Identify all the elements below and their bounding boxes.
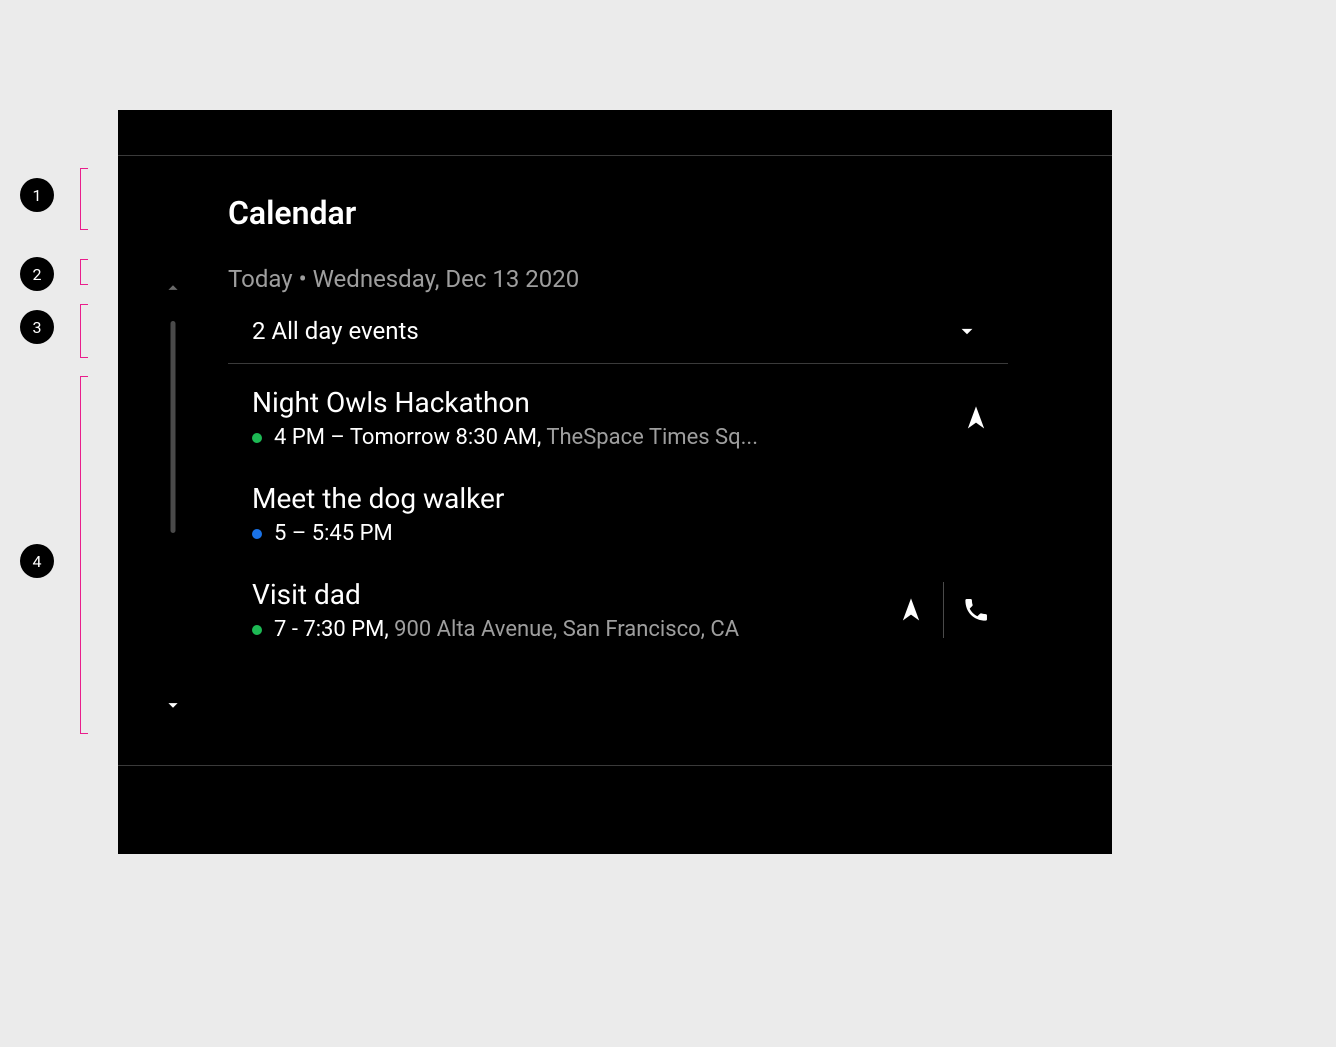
chevron-down-icon — [954, 318, 980, 344]
annotation-marker-2: 2 — [20, 257, 54, 291]
annotation-marker-4: 4 — [20, 544, 54, 578]
annotation-marker-1: 1 — [20, 178, 54, 212]
bottom-bar — [118, 766, 1112, 854]
calendar-color-dot — [252, 433, 262, 443]
event-actions — [944, 390, 1008, 446]
navigation-icon — [897, 596, 925, 624]
navigate-button[interactable] — [879, 582, 943, 638]
scroll-down-button[interactable] — [162, 694, 184, 716]
event-location: 900 Alta Avenue, San Francisco, CA — [394, 617, 739, 642]
status-bar — [118, 110, 1112, 156]
page-title: Calendar — [228, 194, 1008, 232]
event-title: Night Owls Hackathon — [252, 386, 944, 419]
event-actions — [879, 582, 1008, 638]
calendar-color-dot — [252, 529, 262, 539]
annotation-marker-3: 3 — [20, 310, 54, 344]
navigation-icon — [962, 404, 990, 432]
allday-label: 2 All day events — [252, 317, 419, 345]
event-subtitle: 5 – 5:45 PM — [252, 521, 1008, 546]
event-time: 5 – 5:45 PM — [274, 521, 393, 546]
phone-icon — [962, 596, 990, 624]
scroll-up-button[interactable] — [162, 277, 184, 299]
chevron-down-icon — [162, 694, 184, 716]
event-title: Visit dad — [252, 578, 879, 611]
event-content: Visit dad 7 - 7:30 PM, 900 Alta Avenue, … — [252, 578, 879, 642]
scroll-gutter — [118, 156, 228, 765]
content-area: Calendar Today • Wednesday, Dec 13 2020 … — [118, 156, 1112, 766]
chevron-up-icon — [162, 277, 184, 299]
event-content: Meet the dog walker 5 – 5:45 PM — [252, 482, 1008, 546]
event-row[interactable]: Visit dad 7 - 7:30 PM, 900 Alta Avenue, … — [228, 546, 1008, 642]
event-row[interactable]: Meet the dog walker 5 – 5:45 PM — [228, 450, 1008, 546]
event-content: Night Owls Hackathon 4 PM – Tomorrow 8:3… — [252, 386, 944, 450]
navigate-button[interactable] — [944, 390, 1008, 446]
allday-expander[interactable]: 2 All day events — [228, 317, 1008, 364]
event-location: TheSpace Times Sq... — [546, 425, 758, 450]
device-frame: Calendar Today • Wednesday, Dec 13 2020 … — [118, 110, 1112, 854]
event-subtitle: 7 - 7:30 PM, 900 Alta Avenue, San Franci… — [252, 617, 879, 642]
date-header: Today • Wednesday, Dec 13 2020 — [228, 265, 1008, 293]
event-title: Meet the dog walker — [252, 482, 1008, 515]
calendar-color-dot — [252, 625, 262, 635]
event-subtitle: 4 PM – Tomorrow 8:30 AM, TheSpace Times … — [252, 425, 944, 450]
call-button[interactable] — [944, 582, 1008, 638]
event-row[interactable]: Night Owls Hackathon 4 PM – Tomorrow 8:3… — [228, 364, 1008, 450]
main-panel: Calendar Today • Wednesday, Dec 13 2020 … — [228, 156, 1112, 765]
event-time: 4 PM – Tomorrow 8:30 AM, — [274, 425, 546, 450]
event-time: 7 - 7:30 PM, — [274, 617, 394, 642]
scrollbar[interactable] — [171, 321, 176, 533]
